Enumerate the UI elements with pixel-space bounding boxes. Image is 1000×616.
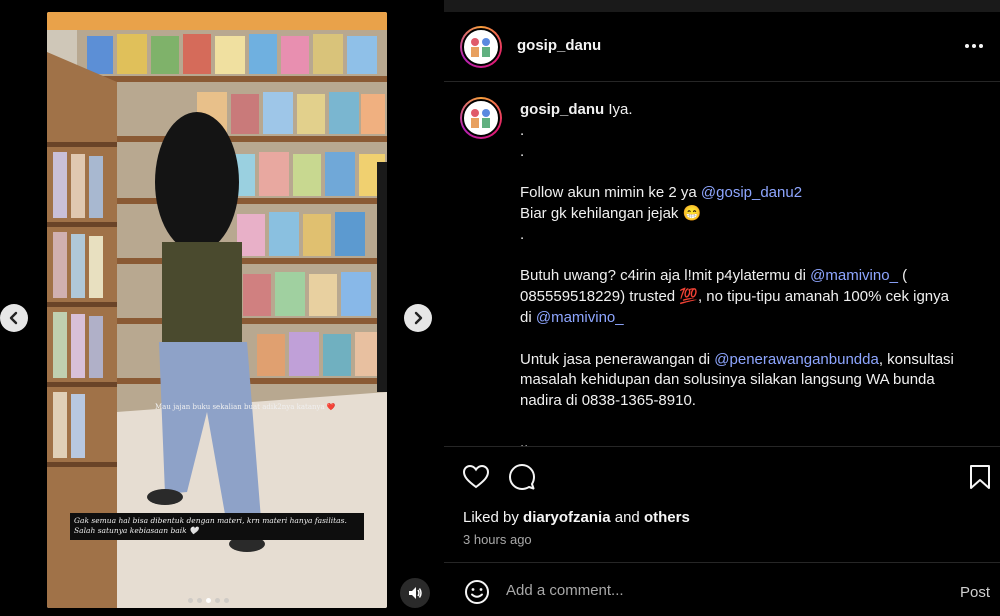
mention-link[interactable]: @mamivino_ [810, 267, 898, 284]
profile-picture-icon [471, 109, 490, 128]
caption-line: Biar gk kehilangan jejak 😁 [520, 204, 702, 222]
caption-section: gosip_danu Iya... Follow akun mimin ke 2 … [444, 83, 1000, 446]
caption-line [520, 412, 980, 433]
caption-username[interactable]: gosip_danu [520, 101, 604, 118]
audio-toggle-button[interactable] [400, 578, 430, 608]
mention-link[interactable]: @penerawanganbundda [714, 351, 879, 368]
likes-summary: Liked by diaryofzania and others [463, 509, 690, 526]
bookmark-icon [970, 465, 990, 489]
carousel-dots [188, 598, 229, 603]
quote-line: Salah satunya kebiasaan baik 🤍 [74, 526, 199, 535]
caption-line: 085559518229) trusted 💯, no tipu-tipu am… [520, 288, 949, 306]
action-bar [444, 446, 1000, 510]
video-quote-box: Gak semua hal bisa dibentuk dengan mater… [70, 513, 364, 540]
caption-text: gosip_danu Iya... Follow akun mimin ke 2 … [520, 100, 980, 446]
carousel-dot[interactable] [206, 598, 211, 603]
chevron-left-icon [9, 311, 18, 325]
comment-input[interactable] [506, 576, 906, 604]
save-button[interactable] [966, 463, 994, 491]
post-details-pane: gosip_danu gosip_danu Iya... Follow akun … [444, 12, 1000, 616]
media-pane: Mau jajan buku sekalian buat adik2nya ka… [0, 0, 444, 616]
post-author-username[interactable]: gosip_danu [517, 37, 601, 54]
caption-line [520, 246, 980, 267]
speaker-icon [409, 587, 422, 599]
next-button[interactable] [404, 304, 432, 332]
emoji-icon [465, 580, 489, 604]
instagram-post-view: Mau jajan buku sekalian buat adik2nya ka… [0, 0, 1000, 616]
like-button[interactable] [462, 463, 490, 491]
emoji-button[interactable] [464, 579, 490, 605]
carousel-dot[interactable] [197, 598, 202, 603]
heart-icon [462, 464, 490, 489]
caption-line: di @mamivino_ [520, 308, 624, 326]
liked-by-user-link[interactable]: diaryofzania [523, 509, 611, 526]
caption-line [520, 162, 980, 183]
caption-line: .. [520, 433, 529, 446]
profile-picture-icon [471, 38, 490, 57]
previous-button[interactable] [0, 304, 28, 332]
quote-line: Gak semua hal bisa dibentuk dengan mater… [74, 516, 347, 525]
carousel-dot[interactable] [215, 598, 220, 603]
caption-line: . [520, 225, 525, 243]
caption-line: masalah kehidupan dan solusinya silakan … [520, 371, 935, 389]
post-header: gosip_danu [444, 12, 1000, 82]
more-options-button[interactable] [964, 38, 984, 49]
comment-bar: Post [444, 562, 1000, 616]
chevron-right-icon [414, 311, 423, 325]
caption-line: nadira di 0838-1365-8910. [520, 392, 696, 410]
more-horizontal-icon [965, 44, 983, 48]
caption-line: Butuh uwang? c4irin aja l!mit p4ylatermu… [520, 267, 908, 285]
caption-avatar[interactable] [460, 97, 502, 139]
post-comment-button[interactable]: Post [960, 584, 990, 601]
caption-line: Follow akun mimin ke 2 ya @gosip_danu2 [520, 184, 803, 202]
others-link[interactable]: others [644, 509, 690, 526]
video-overlay-text: Mau jajan buku sekalian buat adik2nya ka… [155, 403, 336, 411]
comment-button[interactable] [508, 463, 536, 491]
carousel-dot[interactable] [224, 598, 229, 603]
caption-line: Untuk jasa penerawangan di @penerawangan… [520, 350, 954, 368]
caption-line: . [520, 121, 525, 139]
caption-line: . [520, 142, 525, 160]
avatar[interactable] [460, 26, 502, 68]
mention-link[interactable]: @gosip_danu2 [701, 184, 802, 201]
mention-link[interactable]: @mamivino_ [536, 309, 624, 326]
caption-line [520, 329, 980, 350]
comment-bubble-icon [509, 464, 535, 490]
caption-line: gosip_danu Iya. [520, 101, 633, 118]
post-timestamp[interactable]: 3 hours ago [463, 532, 532, 547]
carousel-dot[interactable] [188, 598, 193, 603]
